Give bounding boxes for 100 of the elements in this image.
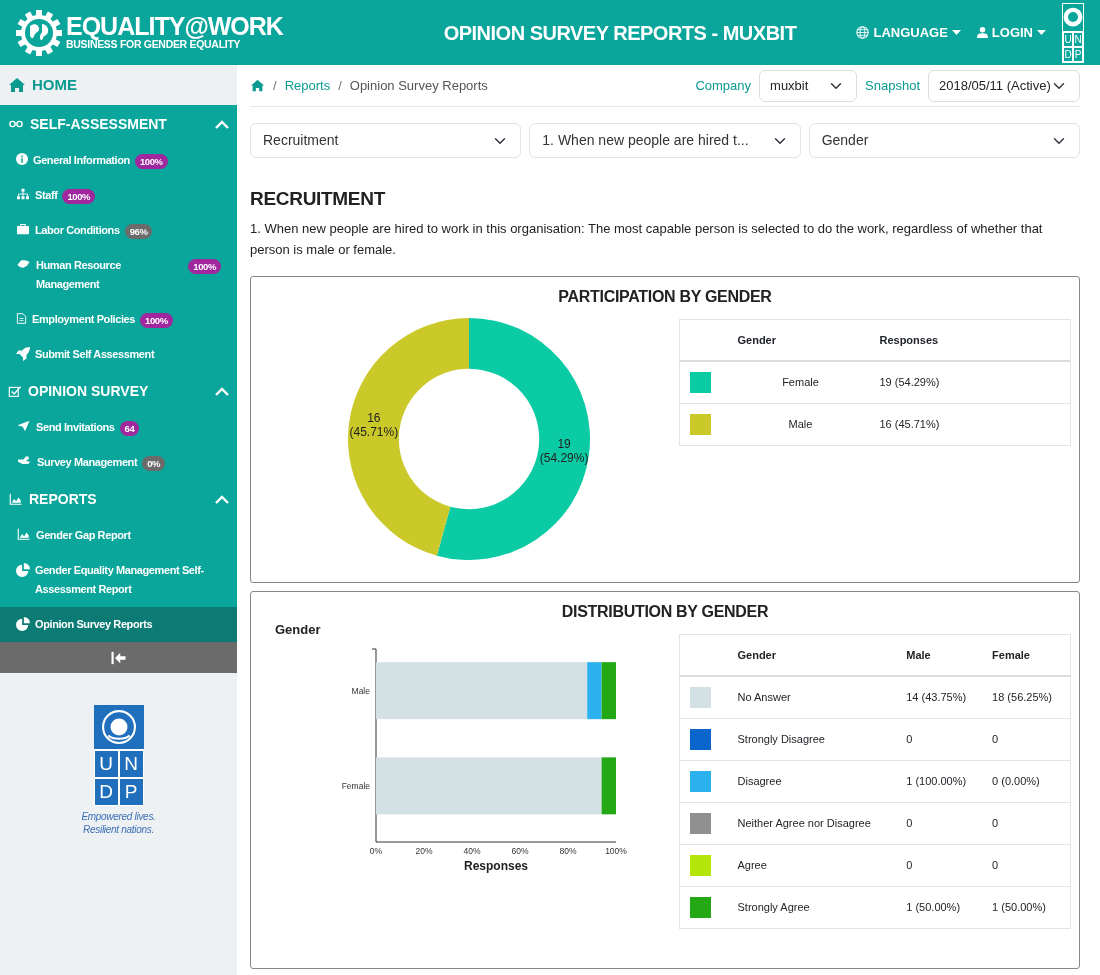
table-cell: 0 (984, 844, 1071, 886)
table-cell: 1 (100.00%) (898, 760, 985, 802)
company-select[interactable]: muxbit (759, 69, 858, 102)
table-cell: 0 (898, 844, 985, 886)
table-cell: 14 (43.75%) (898, 676, 985, 718)
page-title: OPINION SURVEY REPORTS - MUXBIT (443, 21, 797, 44)
category-label: Male (351, 685, 370, 696)
section-title: RECRUITMENT (250, 187, 387, 211)
filter-select[interactable]: Recruitment (250, 123, 522, 158)
sidebar-item[interactable]: Send Invitations 64 (0, 410, 237, 445)
breadcrumb-separator: / (273, 76, 277, 95)
user-icon (976, 26, 988, 39)
column-header: Gender (729, 319, 872, 361)
home-link[interactable]: HOME (0, 65, 237, 105)
tick-label: 40% (463, 845, 481, 856)
brand-subtitle: BUSINESS FOR GENDER EQUALITY (66, 39, 241, 51)
briefcase-icon (16, 223, 30, 235)
sidebar-section-header[interactable]: OPINION SURVEY (0, 372, 237, 410)
table-cell: 1 (50.00%) (984, 886, 1071, 928)
table-cell: 19 (54.29%) (871, 361, 1071, 403)
table-cell: 18 (56.25%) (984, 676, 1071, 718)
emblem-icon (1063, 7, 1083, 27)
collapse-arrow-icon (110, 650, 127, 665)
area-chart-icon (8, 493, 23, 505)
home-icon (8, 77, 26, 93)
sidebar-item[interactable]: Submit Self Assessment (0, 337, 237, 372)
sidebar-section-header[interactable]: REPORTS (0, 480, 237, 518)
snapshot-select[interactable]: 2018/05/11 (Active) (928, 69, 1080, 102)
pie-chart-icon (16, 563, 30, 577)
home-link[interactable] (250, 79, 265, 92)
percent-badge: 100% (188, 259, 221, 274)
filter-select[interactable]: Gender (808, 123, 1080, 158)
table-cell: Neither Agree nor Disagree (729, 802, 899, 844)
percent-badge: 64 (119, 421, 140, 436)
gear-hand-icon (16, 455, 32, 467)
table-cell: 0 (0.00%) (984, 760, 1071, 802)
gear-globe-icon (16, 9, 62, 56)
sidebar-item[interactable]: Gender Equality Management Self-Assessment Report (0, 553, 237, 607)
table-cell: 0 (984, 718, 1071, 760)
rocket-icon (16, 347, 30, 361)
breadcrumb-link[interactable]: Reports (284, 75, 331, 96)
axis-title: Responses (464, 858, 528, 873)
sidebar-item[interactable]: Staff 100% (0, 178, 237, 213)
table-cell: Disagree (729, 760, 899, 802)
tick-label: 100% (605, 845, 627, 856)
login-menu[interactable]: LOGIN (976, 22, 1046, 43)
undp-logo: U N D P (93, 705, 144, 806)
sidebar-item[interactable]: Opinion Survey Reports (0, 607, 237, 642)
chevron-icon[interactable] (215, 119, 229, 129)
table-cell: Strongly Disagree (729, 718, 899, 760)
sidebar-item[interactable]: Human Resource Management 100% (0, 248, 237, 302)
language-menu[interactable]: LANGUAGE (856, 22, 961, 43)
sidebar-item[interactable]: Employment Policies 100% (0, 302, 237, 337)
breadcrumb-current: Opinion Survey Reports (349, 76, 488, 95)
sidebar-item[interactable]: General Information 100% (0, 143, 237, 178)
data-label: 16 (45.71%) (349, 410, 399, 439)
percent-badge: 100% (140, 313, 173, 328)
table-cell: Agree (729, 844, 899, 886)
sidebar-section-header[interactable]: SELF-ASSESSMENT (0, 105, 237, 143)
brand-title: EQUALITY@WORK (66, 14, 283, 40)
checkbox-icon (8, 384, 22, 398)
column-header: Female (984, 634, 1071, 676)
sidebar-item[interactable]: Labor Conditions 96% (0, 213, 237, 248)
panel-title: DISTRIBUTION BY GENDER (560, 601, 770, 622)
handshake-icon (16, 258, 31, 270)
panel-title: PARTICIPATION BY GENDER (557, 286, 773, 307)
tick-label: 0% (369, 845, 383, 856)
pie-chart-icon (16, 617, 30, 631)
caret-icon (951, 30, 961, 35)
info-icon (16, 153, 28, 165)
category-label: Female (341, 780, 370, 791)
column-header: Male (898, 634, 985, 676)
question-text: 1. When new people are hired to work in this organisation: The most capable person is selected to do the work, regardless of whether that person is male or female. (250, 219, 1044, 259)
tagline: Empowered lives. (81, 810, 156, 823)
filter-select[interactable]: 1. When new people are hired t... (529, 123, 801, 158)
axis-title: Gender (275, 623, 321, 637)
percent-badge: 100% (134, 154, 168, 169)
table-cell: 0 (984, 802, 1071, 844)
paper-plane-icon (16, 420, 31, 432)
table-cell: 0 (898, 802, 985, 844)
tick-label: 60% (511, 845, 529, 856)
table-cell: 1 (50.00%) (898, 886, 985, 928)
globe-icon (856, 26, 870, 39)
table-cell: No Answer (729, 676, 899, 718)
table-cell: Strongly Agree (729, 886, 899, 928)
caret-icon (1037, 30, 1046, 35)
snapshot-label: Snapshot (865, 76, 920, 95)
breadcrumb-separator: / (338, 76, 342, 95)
chevron-icon[interactable] (215, 386, 229, 396)
tick-label: 20% (415, 845, 433, 856)
sidebar-item[interactable]: Survey Management 0% (0, 445, 237, 480)
percent-badge: 96% (124, 224, 153, 239)
sidebar-item[interactable]: Gender Gap Report (0, 518, 237, 553)
undp-logo: U N D P (1062, 2, 1084, 63)
chevron-icon[interactable] (215, 494, 229, 504)
column-header: Gender (729, 634, 899, 676)
table-cell: 16 (45.71%) (871, 403, 1071, 445)
home-icon (250, 79, 265, 92)
document-icon (16, 312, 27, 325)
table-cell: Male (729, 403, 872, 445)
